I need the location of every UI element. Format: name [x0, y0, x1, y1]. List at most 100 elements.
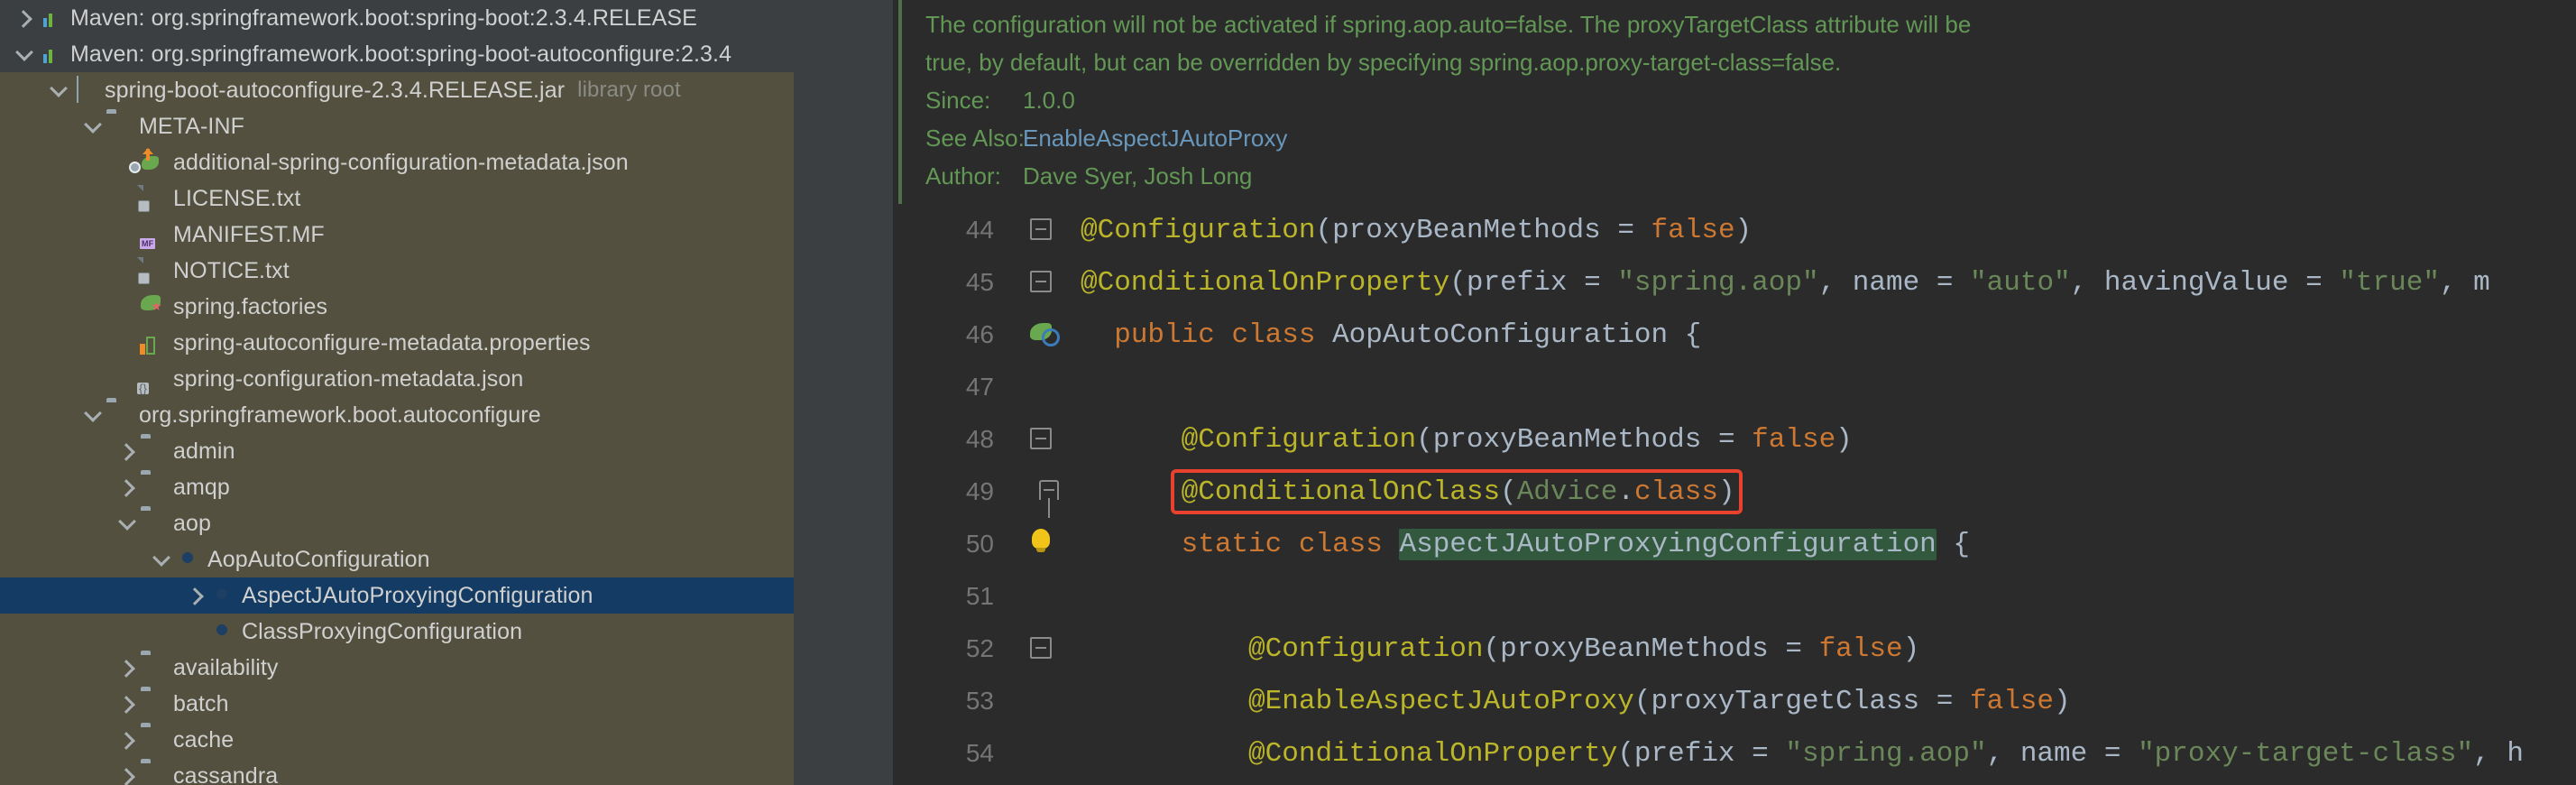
fold-marker-icon[interactable]	[1008, 256, 1081, 309]
tree-item[interactable]: spring-configuration-metadata.json	[0, 361, 794, 397]
spring-bean-gutter-icon[interactable]	[1008, 309, 1081, 361]
code-token: (	[1617, 737, 1634, 770]
tree-item[interactable]: NOTICE.txt	[0, 253, 794, 289]
javadoc-see-also-link[interactable]: EnableAspectJAutoProxy	[1023, 125, 1287, 152]
code-line[interactable]: 45 @ConditionalOnProperty(prefix = "sprin…	[893, 256, 2576, 309]
code-token: =	[1919, 266, 1971, 299]
code-line[interactable]: 51	[893, 570, 2576, 623]
tree-item[interactable]: Maven: org.springframework.boot:spring-b…	[0, 0, 794, 36]
code-token: (	[1416, 423, 1433, 456]
tree-item[interactable]: ClassProxyingConfiguration	[0, 614, 794, 650]
fold-marker-icon[interactable]	[1008, 413, 1081, 466]
javadoc-text: The configuration will not be activated …	[925, 10, 1972, 38]
code-token: @ConditionalOnProperty	[1248, 737, 1618, 770]
tree-item[interactable]: additional-spring-configuration-metadata…	[0, 144, 794, 180]
code-token: "spring.aop"	[1785, 737, 1987, 770]
editor-splitter[interactable]	[794, 0, 893, 785]
code-line[interactable]: 54 @ConditionalOnProperty(prefix = "spri…	[893, 727, 2576, 780]
code-token: {	[1936, 528, 1970, 560]
chevron-down-icon[interactable]	[13, 42, 36, 66]
chevron-down-icon[interactable]	[47, 78, 70, 102]
chevron-right-icon[interactable]	[115, 476, 139, 499]
fold-marker-icon[interactable]	[1008, 204, 1081, 256]
code-line[interactable]: 49 @ConditionalOnClass(Advice.class)	[893, 466, 2576, 518]
project-tool-window[interactable]: Maven: org.springframework.boot:spring-b…	[0, 0, 794, 785]
tree-item-label: additional-spring-configuration-metadata…	[173, 149, 629, 175]
javadoc-author-value: Dave Syer, Josh Long	[1023, 162, 1253, 189]
code-token: "spring.aop"	[1617, 266, 1819, 299]
tree-item[interactable]: aop	[0, 505, 794, 541]
code-text: @Configuration(proxyBeanMethods = false)	[1081, 633, 1919, 665]
code-text: @ConditionalOnClass(Advice.class)	[1081, 476, 1735, 508]
code-line[interactable]: 46 public class AopAutoConfiguration {	[893, 309, 2576, 361]
code-token: havingValue	[2103, 266, 2289, 299]
tree-item[interactable]: batch	[0, 686, 794, 722]
code-token: =	[1919, 685, 1970, 717]
code-token: )	[1734, 214, 1753, 246]
code-line[interactable]: 53 @EnableAspectJAutoProxy(proxyTargetCl…	[893, 675, 2576, 727]
code-token: @Configuration	[1248, 633, 1484, 665]
tree-item[interactable]: spring.factories	[0, 289, 794, 325]
code-token: proxyTargetClass	[1651, 685, 1920, 717]
code-line[interactable]: 50 static class AspectJAutoProxyingConfi…	[893, 518, 2576, 570]
tree-item-label: aop	[173, 510, 212, 536]
chevron-right-icon[interactable]	[115, 692, 139, 716]
tree-item-label: spring-boot-autoconfigure-2.3.4.RELEASE.…	[105, 77, 566, 103]
fold-end-marker-icon[interactable]	[1008, 466, 1081, 518]
tree-item-label: META-INF	[139, 113, 244, 139]
code-token: "auto"	[1970, 266, 2071, 299]
javadoc-text: true, by default, but can be overridden …	[925, 48, 1842, 76]
code-token: @ConditionalOnProperty	[1081, 266, 1450, 299]
tree-item[interactable]: Maven: org.springframework.boot:spring-b…	[0, 36, 794, 72]
tree-item[interactable]: LICENSE.txt	[0, 180, 794, 217]
code-line[interactable]: 47	[893, 361, 2576, 413]
chevron-down-icon[interactable]	[150, 548, 173, 571]
tree-item[interactable]: cache	[0, 722, 794, 758]
chevron-right-icon[interactable]	[13, 6, 36, 30]
tree-item[interactable]: spring-boot-autoconfigure-2.3.4.RELEASE.…	[0, 72, 794, 108]
code-line[interactable]: 52 @Configuration(proxyBeanMethods = fal…	[893, 623, 2576, 675]
code-token: class	[1231, 319, 1316, 351]
chevron-down-icon[interactable]	[115, 512, 139, 535]
chevron-right-icon[interactable]	[115, 764, 139, 785]
code-token: =	[2087, 737, 2139, 770]
chevron-right-icon[interactable]	[184, 584, 207, 607]
tree-item-label: Maven: org.springframework.boot:spring-b…	[70, 5, 697, 31]
line-number: 49	[965, 477, 994, 505]
tree-item[interactable]: MANIFEST.MF	[0, 217, 794, 253]
gutter-empty	[1008, 361, 1081, 413]
code-token: )	[1902, 633, 1920, 665]
tree-item[interactable]: META-INF	[0, 108, 794, 144]
intention-bulb-icon[interactable]	[1008, 518, 1081, 570]
code-token: (	[1483, 633, 1501, 665]
line-number: 52	[965, 634, 994, 662]
code-line[interactable]: 48 @Configuration(proxyBeanMethods = fal…	[893, 413, 2576, 466]
tree-item[interactable]: AspectJAutoProxyingConfiguration	[0, 577, 794, 614]
tree-item[interactable]: amqp	[0, 469, 794, 505]
code-token: )	[2054, 685, 2071, 717]
tree-item[interactable]: admin	[0, 433, 794, 469]
code-token: static	[1181, 528, 1283, 560]
fold-marker-icon[interactable]	[1008, 623, 1081, 675]
tree-item[interactable]: org.springframework.boot.autoconfigure	[0, 397, 794, 433]
code-lines-container[interactable]: 44 @Configuration(proxyBeanMethods = fals…	[893, 204, 2576, 780]
code-token: =	[1600, 214, 1651, 246]
chevron-right-icon[interactable]	[115, 656, 139, 679]
tree-item[interactable]: cassandra	[0, 758, 794, 785]
tree-item-label: AopAutoConfiguration	[207, 546, 430, 572]
chevron-right-icon[interactable]	[115, 728, 139, 752]
code-editor[interactable]: The configuration will not be activated …	[893, 0, 2576, 785]
tree-item[interactable]: availability	[0, 650, 794, 686]
folder-icon	[139, 510, 166, 537]
javadoc-author-row: Author: Dave Syer, Josh Long	[893, 157, 2576, 195]
tree-item[interactable]: AopAutoConfiguration	[0, 541, 794, 577]
chevron-down-icon[interactable]	[81, 403, 105, 427]
code-token: proxyBeanMethods	[1432, 423, 1702, 456]
tree-item[interactable]: spring-autoconfigure-metadata.properties	[0, 325, 794, 361]
chevron-down-icon[interactable]	[81, 115, 105, 138]
chevron-right-icon[interactable]	[115, 439, 139, 463]
code-line[interactable]: 44 @Configuration(proxyBeanMethods = fals…	[893, 204, 2576, 256]
